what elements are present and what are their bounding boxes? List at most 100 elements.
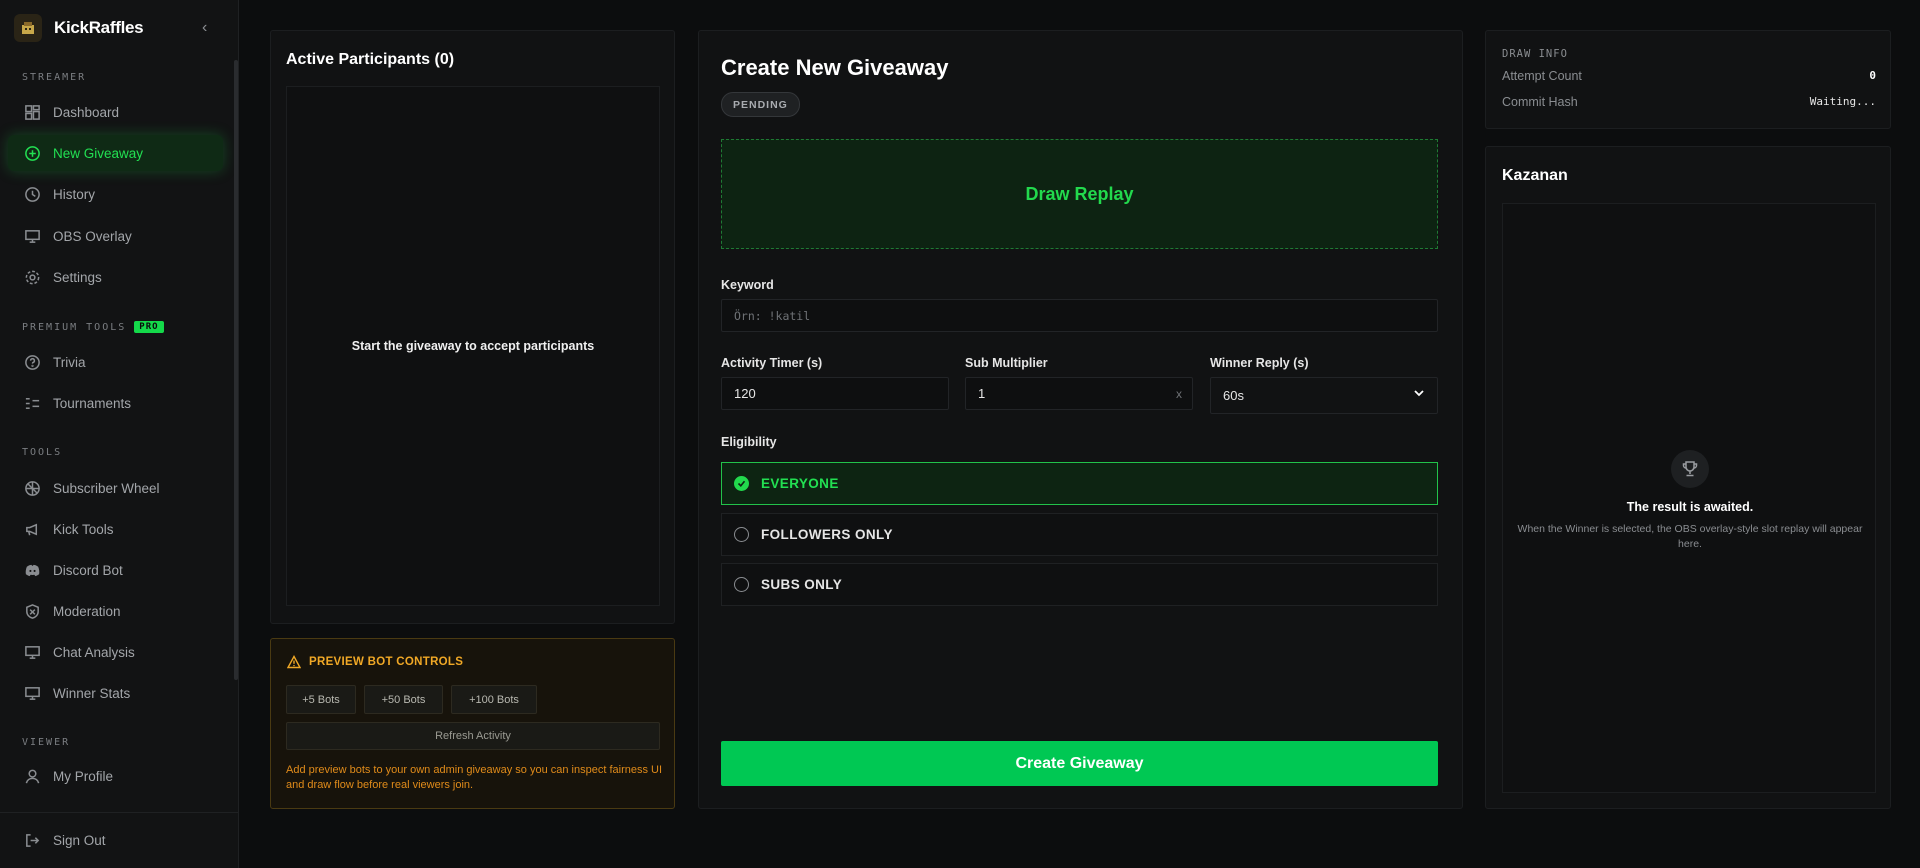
sign-out-icon	[26, 833, 40, 847]
sidebar-item-label: New Giveaway	[53, 145, 144, 161]
sidebar-item-obs-overlay[interactable]: OBS Overlay	[8, 218, 223, 254]
shield-icon	[26, 603, 39, 619]
wheel-icon	[25, 480, 40, 496]
eligibility-option-label: EVERYONE	[761, 476, 839, 491]
sidebar-item-dashboard[interactable]: Dashboard	[8, 94, 223, 130]
megaphone-icon	[26, 523, 38, 535]
collapse-sidebar-chevron-icon[interactable]: ‹	[202, 19, 207, 37]
sidebar-item-label: Settings	[53, 269, 102, 285]
sub-multiplier-label: Sub Multiplier	[965, 356, 1048, 370]
multiplier-suffix: x	[1176, 386, 1182, 401]
activity-timer-value: 120	[734, 386, 756, 401]
add-50-bots-button[interactable]: +50 Bots	[364, 685, 443, 714]
sidebar-item-chat-analysis[interactable]: Chat Analysis	[8, 634, 223, 670]
sidebar-item-trivia[interactable]: Trivia	[8, 344, 223, 380]
sidebar-item-label: OBS Overlay	[53, 228, 132, 244]
keyword-input[interactable]: Örn: !katil	[721, 299, 1438, 332]
bracket-icon	[25, 397, 40, 409]
sidebar-scrollbar[interactable]	[234, 60, 238, 680]
sub-multiplier-input[interactable]: 1 x	[965, 377, 1193, 410]
add-5-bots-button[interactable]: +5 Bots	[286, 685, 356, 714]
attempt-count-label: Attempt Count	[1502, 69, 1582, 83]
sidebar-item-discord-bot[interactable]: Discord Bot	[8, 552, 223, 588]
status-badge: PENDING	[721, 92, 800, 117]
commit-hash-row: Commit Hash Waiting...	[1502, 95, 1876, 109]
eligibility-option-subs[interactable]: SUBS ONLY	[721, 563, 1438, 606]
sidebar-item-subscriber-wheel[interactable]: Subscriber Wheel	[8, 470, 223, 506]
radio-unchecked-icon	[734, 577, 749, 592]
monitor-icon	[25, 229, 40, 243]
radio-checked-icon	[734, 476, 749, 491]
commit-hash-label: Commit Hash	[1502, 95, 1578, 109]
bot-controls-header: PREVIEW BOT CONTROLS	[287, 655, 463, 669]
participants-list: Start the giveaway to accept participant…	[286, 86, 660, 606]
bot-controls-title: PREVIEW BOT CONTROLS	[309, 656, 464, 668]
attempt-count-value: 0	[1869, 69, 1876, 82]
draw-replay-area: Draw Replay	[721, 139, 1438, 249]
commit-hash-value: Waiting...	[1809, 95, 1876, 108]
section-label-viewer: VIEWER	[22, 737, 71, 748]
winner-reply-label: Winner Reply (s)	[1210, 356, 1309, 370]
sidebar-item-label: Discord Bot	[53, 562, 123, 578]
sidebar-item-moderation[interactable]: Moderation	[8, 593, 223, 629]
participants-panel: Active Participants (0) Start the giveaw…	[270, 30, 675, 624]
section-label-streamer: STREAMER	[22, 72, 87, 83]
eligibility-option-label: FOLLOWERS ONLY	[761, 527, 893, 542]
activity-timer-label: Activity Timer (s)	[721, 356, 823, 370]
monitor-icon	[25, 686, 40, 700]
gear-icon	[25, 270, 40, 284]
bot-controls-note: Add preview bots to your own admin givea…	[286, 764, 663, 791]
result-awaited-title: The result is awaited.	[1626, 500, 1754, 514]
sidebar-item-history[interactable]: History	[8, 176, 223, 212]
winner-title: Kazanan	[1502, 167, 1568, 184]
radio-unchecked-icon	[734, 527, 749, 542]
brand[interactable]: KickRaffles	[14, 14, 144, 42]
sidebar-item-label: Tournaments	[53, 395, 132, 411]
winner-reply-select[interactable]: 60s	[1210, 377, 1438, 414]
winner-panel: Kazanan The result is awaited. When the …	[1485, 146, 1891, 809]
create-giveaway-button[interactable]: Create Giveaway	[721, 741, 1438, 786]
winner-result-area: The result is awaited. When the Winner i…	[1502, 203, 1876, 793]
sidebar-item-label: Subscriber Wheel	[53, 480, 160, 496]
result-awaited-description: When the Winner is selected, the OBS ove…	[1517, 523, 1863, 550]
sidebar-item-label: Trivia	[53, 354, 86, 370]
dashboard-icon	[25, 104, 40, 120]
question-circle-icon	[25, 354, 40, 370]
discord-icon	[25, 564, 40, 576]
sidebar-item-my-profile[interactable]: My Profile	[8, 758, 223, 794]
attempt-count-row: Attempt Count 0	[1502, 69, 1876, 83]
sidebar: KickRaffles ‹ STREAMER Dashboard New Giv…	[0, 0, 239, 868]
sidebar-divider	[0, 812, 239, 813]
monitor-icon	[25, 645, 40, 659]
premium-tools-label: PREMIUM TOOLS	[22, 321, 127, 333]
sub-multiplier-value: 1	[978, 386, 986, 401]
refresh-activity-button[interactable]: Refresh Activity	[286, 722, 660, 750]
brand-name: KickRaffles	[54, 18, 144, 37]
sidebar-item-label: Kick Tools	[53, 521, 114, 537]
draw-info-caption: DRAW INFO	[1502, 48, 1568, 60]
participants-empty-message: Start the giveaway to accept participant…	[351, 339, 595, 353]
plus-circle-icon	[25, 145, 40, 161]
sidebar-item-settings[interactable]: Settings	[8, 259, 223, 295]
sidebar-item-label: Dashboard	[53, 104, 120, 120]
sidebar-item-new-giveaway[interactable]: New Giveaway	[8, 135, 223, 171]
section-label-premium-tools: PREMIUM TOOLS PRO	[22, 321, 164, 333]
sidebar-item-label: My Profile	[53, 768, 114, 784]
kickraffles-logo-icon	[14, 14, 42, 42]
sidebar-item-label: Winner Stats	[53, 685, 131, 701]
eligibility-option-followers[interactable]: FOLLOWERS ONLY	[721, 513, 1438, 556]
add-100-bots-button[interactable]: +100 Bots	[451, 685, 537, 714]
chevron-down-icon	[1414, 390, 1424, 397]
page-title: Create New Giveaway	[721, 55, 949, 80]
eligibility-option-everyone[interactable]: EVERYONE	[721, 462, 1438, 505]
sign-out-button[interactable]: Sign Out	[8, 822, 223, 858]
sidebar-item-winner-stats[interactable]: Winner Stats	[8, 675, 223, 711]
eligibility-label: Eligibility	[721, 435, 777, 449]
trophy-icon	[1671, 450, 1709, 488]
create-giveaway-panel: Create New Giveaway PENDING Draw Replay …	[698, 30, 1463, 809]
sidebar-item-kick-tools[interactable]: Kick Tools	[8, 511, 223, 547]
participants-title: Active Participants (0)	[286, 51, 455, 68]
preview-bot-controls: PREVIEW BOT CONTROLS +5 Bots +50 Bots +1…	[270, 638, 675, 809]
activity-timer-input[interactable]: 120	[721, 377, 949, 410]
sidebar-item-tournaments[interactable]: Tournaments	[8, 385, 223, 421]
